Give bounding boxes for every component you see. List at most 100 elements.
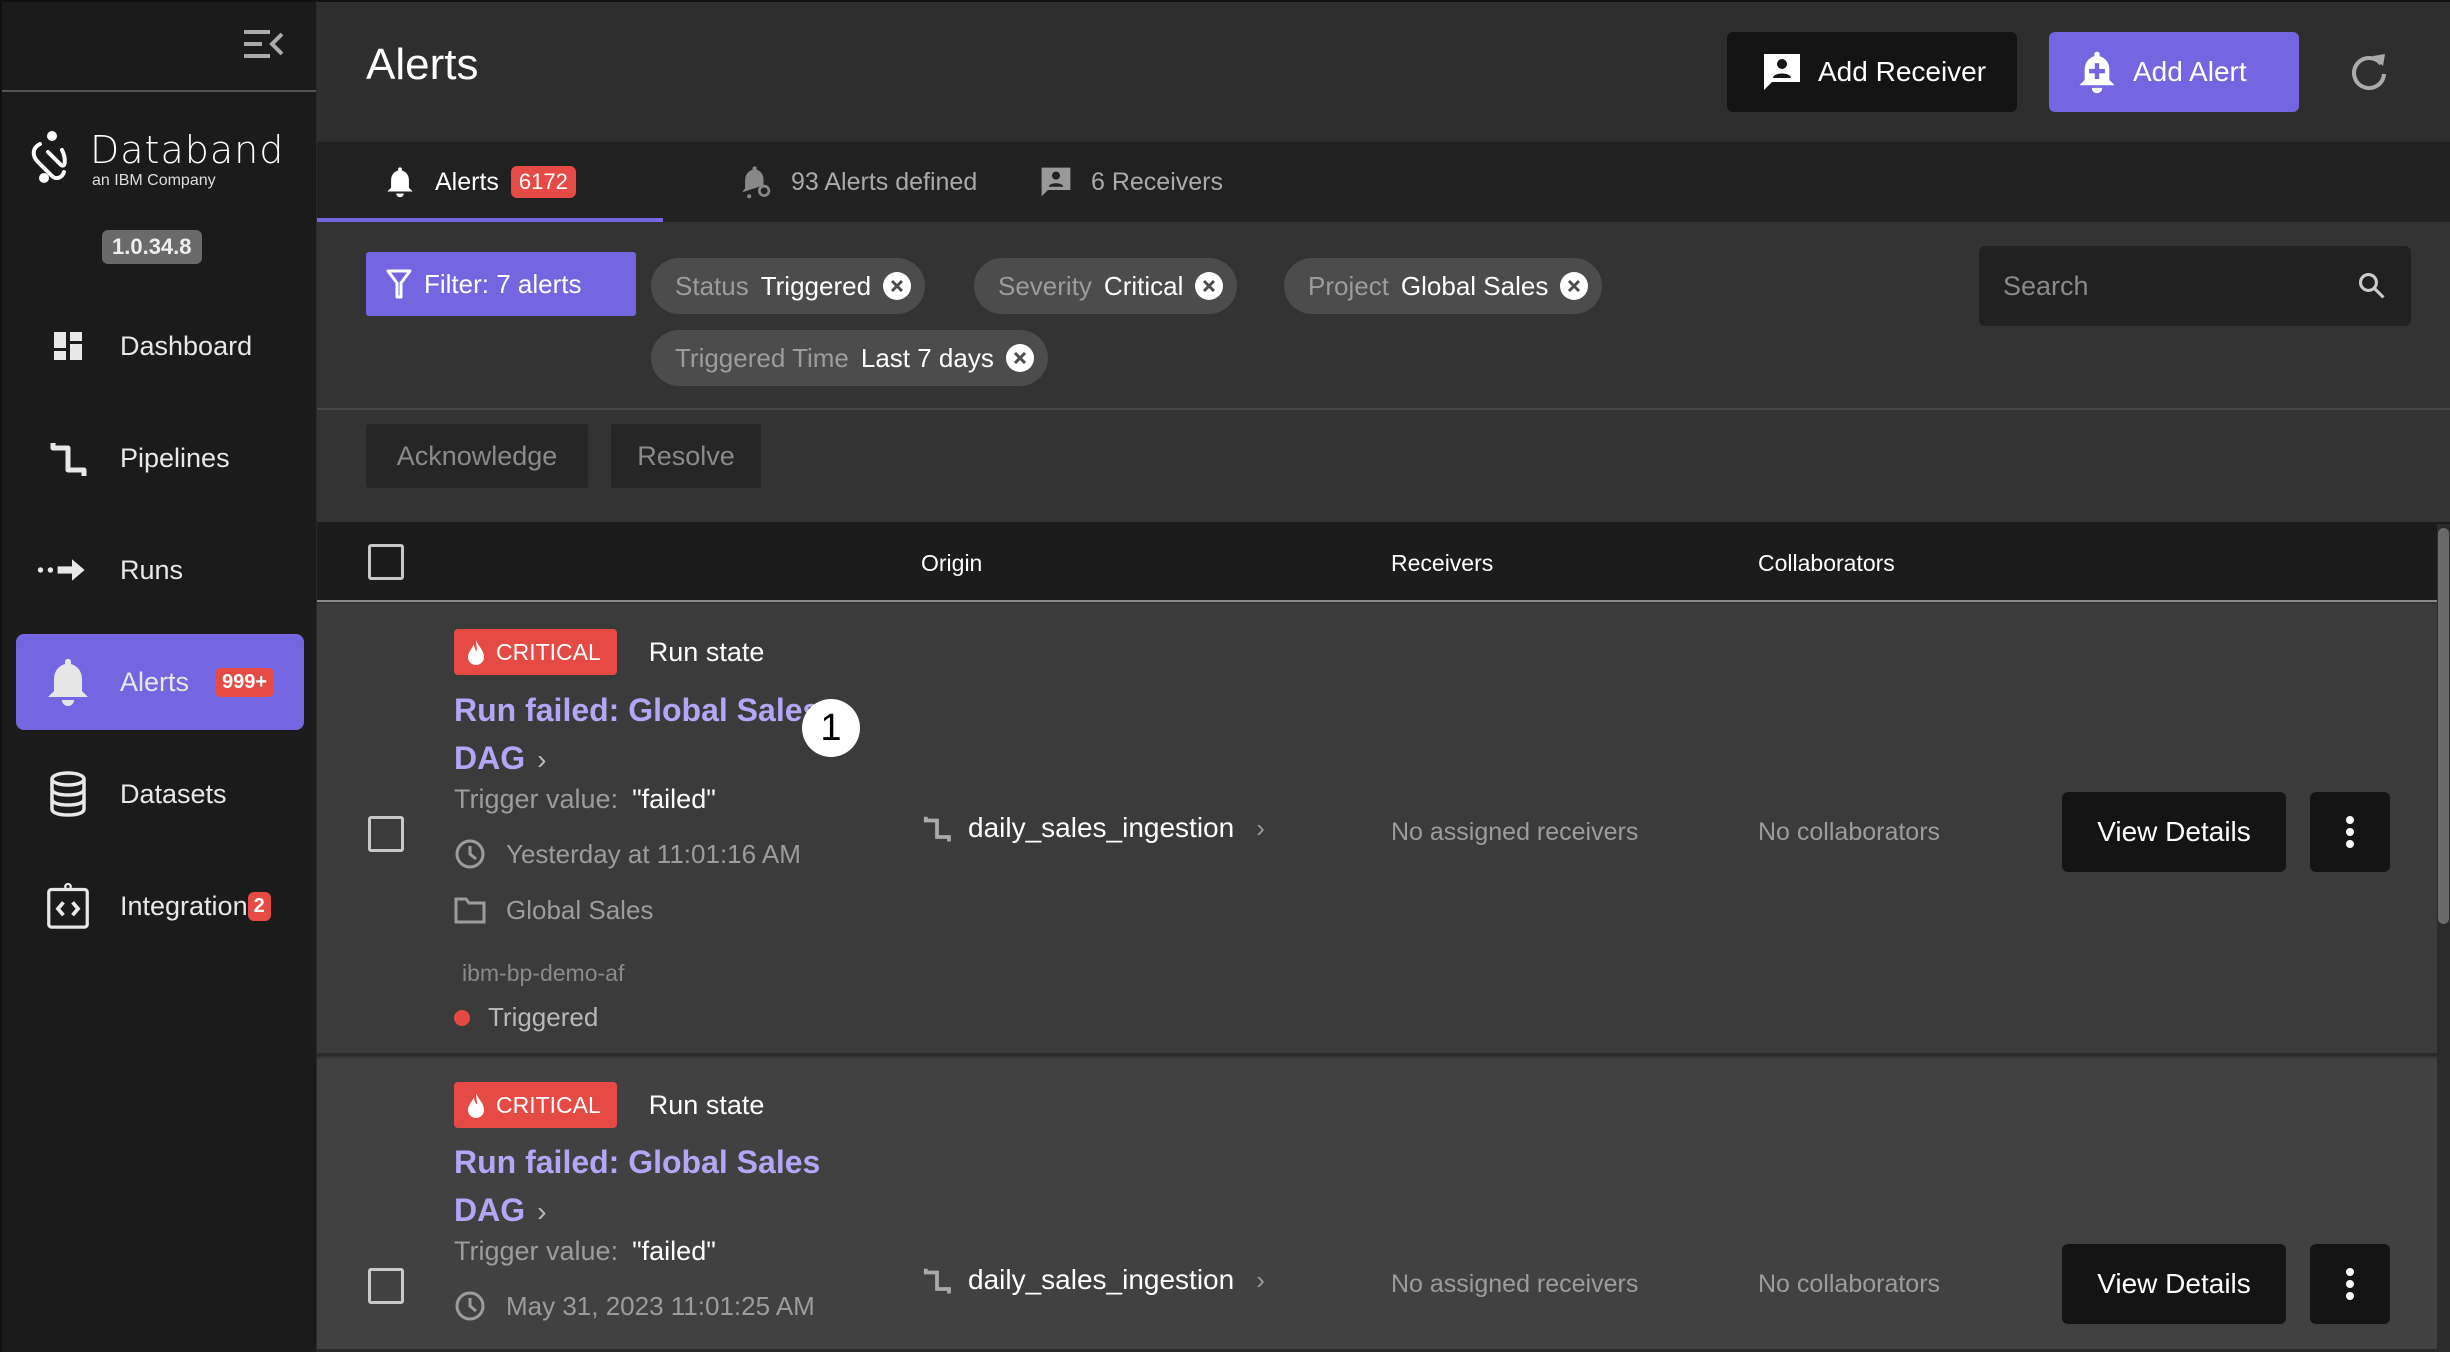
runs-icon (37, 548, 90, 592)
origin-link[interactable]: daily_sales_ingestion › (922, 812, 1265, 844)
kebab-menu-icon (2346, 1268, 2354, 1300)
chip-key: Status (675, 270, 749, 301)
severity-badge: CRITICAL (454, 629, 617, 675)
refresh-button[interactable] (2347, 50, 2391, 94)
tab-alerts[interactable]: Alerts 6172 (317, 142, 663, 222)
alerts-count-badge: 999+ (215, 667, 275, 697)
pipeline-icon (923, 1268, 951, 1294)
sidebar-item-integration[interactable]: Integration 2 (16, 858, 304, 954)
alert-project: Global Sales (454, 894, 653, 926)
bell-settings-icon (739, 165, 773, 199)
collapse-menu-icon (244, 30, 284, 58)
filter-chip-triggered-time[interactable]: Triggered Time Last 7 days (651, 330, 1048, 386)
filter-bar: Filter: 7 alerts Status Triggered Severi… (317, 222, 2450, 410)
pipeline-icon (923, 816, 951, 842)
sidebar-item-label: Pipelines (120, 442, 230, 473)
annotation-marker: 1 (802, 699, 860, 757)
sidebar-item-label: Dashboard (120, 330, 253, 361)
severity-line: CRITICAL Run state (454, 629, 764, 675)
bulk-actions-bar: Acknowledge Resolve (317, 410, 2450, 522)
brand-logo[interactable]: Databand an IBM Company (28, 130, 284, 190)
folder-icon (454, 894, 486, 926)
table-row: CRITICAL Run state Run failed: Global Sa… (317, 1058, 2437, 1352)
row-checkbox[interactable] (368, 1268, 404, 1304)
tab-label: 6 Receivers (1091, 167, 1223, 196)
select-all-checkbox[interactable] (368, 544, 404, 580)
alert-time: May 31, 2023 11:01:25 AM (454, 1290, 815, 1322)
brand-subtitle: an IBM Company (92, 172, 216, 189)
alert-title-link[interactable]: Run failed: Global Sales DAG › (454, 1138, 834, 1236)
chip-value: Triggered (760, 270, 872, 301)
alerts-tabs: Alerts 6172 93 Alerts defined 6 Receiver… (317, 142, 2450, 222)
collapse-sidebar-button[interactable] (242, 24, 286, 64)
view-details-button[interactable]: View Details (2062, 792, 2286, 872)
databand-logo-icon (31, 131, 67, 183)
sidebar-item-alerts[interactable]: Alerts 999+ (16, 634, 304, 730)
remove-chip-icon[interactable] (1195, 272, 1224, 300)
table-scrollbar[interactable] (2437, 524, 2450, 1352)
flame-icon (468, 640, 484, 665)
trigger-value: Trigger value: "failed" (454, 1236, 716, 1266)
add-alert-label: Add Alert (2133, 56, 2247, 87)
bell-icon (46, 659, 90, 706)
sidebar-nav: Dashboard Pipelines Runs Alerts 999+ Dat… (16, 298, 304, 970)
chip-value: Critical (1103, 270, 1184, 301)
resolve-button[interactable]: Resolve (611, 424, 761, 488)
more-options-button[interactable] (2310, 792, 2390, 872)
main-content: Alerts Add Receiver Add Alert Alerts 617… (317, 0, 2450, 1352)
alert-title-link[interactable]: Run failed: Global Sales DAG › (454, 686, 834, 784)
alert-type: Run state (648, 636, 765, 667)
chip-value: Last 7 days (860, 342, 994, 373)
alert-status: Triggered (454, 1002, 598, 1033)
table-row: CRITICAL Run state Run failed: Global Sa… (317, 604, 2437, 1056)
chevron-right-icon: › (537, 744, 547, 775)
alert-source: ibm-bp-demo-af (462, 960, 625, 986)
flame-icon (468, 1093, 484, 1118)
page-header: Alerts Add Receiver Add Alert (317, 0, 2450, 142)
search-input[interactable] (2003, 270, 2357, 302)
kebab-menu-icon (2346, 816, 2354, 848)
receiver-icon (1760, 50, 1804, 94)
filter-button[interactable]: Filter: 7 alerts (366, 252, 636, 316)
row-checkbox[interactable] (368, 816, 404, 852)
clock-icon (454, 838, 486, 870)
remove-chip-icon[interactable] (1560, 272, 1589, 300)
add-receiver-button[interactable]: Add Receiver (1727, 32, 2017, 112)
tab-alerts-defined[interactable]: 93 Alerts defined (663, 142, 1039, 222)
remove-chip-icon[interactable] (1005, 344, 1034, 372)
status-dot-icon (454, 1009, 470, 1026)
alert-type: Run state (648, 1089, 765, 1120)
remove-chip-icon[interactable] (883, 272, 912, 300)
view-details-button[interactable]: View Details (2062, 1244, 2286, 1324)
filter-chip-status[interactable]: Status Triggered (651, 258, 926, 314)
column-receivers: Receivers (1391, 550, 1494, 576)
table-header: Origin Receivers Collaborators (317, 522, 2450, 602)
chip-key: Severity (998, 270, 1092, 301)
chip-key: Project (1308, 270, 1389, 301)
database-icon (46, 771, 90, 817)
integration-icon (46, 882, 90, 929)
filter-button-label: Filter: 7 alerts (424, 268, 582, 299)
sidebar-item-runs[interactable]: Runs (16, 522, 304, 618)
scrollbar-thumb[interactable] (2438, 528, 2449, 924)
tab-receivers[interactable]: 6 Receivers (1039, 142, 1223, 222)
sidebar: Databand an IBM Company 1.0.34.8 Dashboa… (0, 0, 317, 1352)
origin-link[interactable]: daily_sales_ingestion › (922, 1264, 1265, 1296)
add-alert-button[interactable]: Add Alert (2049, 32, 2299, 112)
filter-chip-severity[interactable]: Severity Critical (974, 258, 1238, 314)
pipelines-icon (46, 436, 90, 480)
search-icon[interactable] (2357, 269, 2387, 303)
more-options-button[interactable] (2310, 1244, 2390, 1324)
version-badge: 1.0.34.8 (102, 230, 202, 264)
sidebar-item-dashboard[interactable]: Dashboard (16, 298, 304, 394)
acknowledge-button[interactable]: Acknowledge (366, 424, 588, 488)
filter-chip-project[interactable]: Project Global Sales (1284, 258, 1603, 314)
sidebar-top (2, 2, 316, 92)
severity-line: CRITICAL Run state (454, 1082, 764, 1128)
sidebar-item-datasets[interactable]: Datasets (16, 746, 304, 842)
trigger-value: Trigger value: "failed" (454, 784, 716, 814)
collaborators-cell: No collaborators (1758, 1270, 1941, 1298)
receivers-cell: No assigned receivers (1391, 1270, 1639, 1298)
add-bell-icon (2075, 50, 2119, 94)
sidebar-item-pipelines[interactable]: Pipelines (16, 410, 304, 506)
